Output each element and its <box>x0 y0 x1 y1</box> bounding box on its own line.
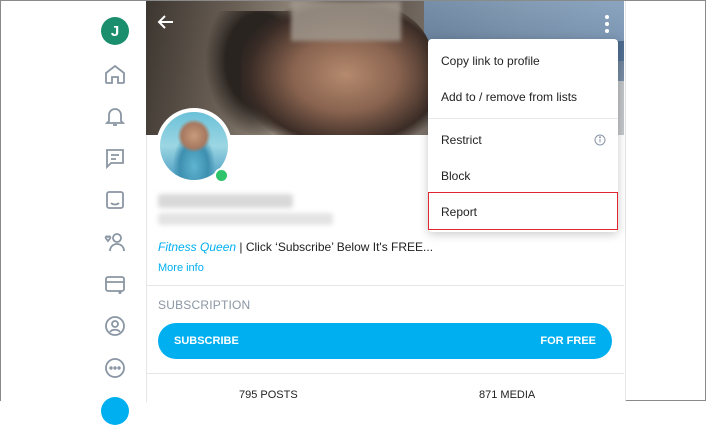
posts-tab[interactable]: 795 POSTS <box>239 389 298 401</box>
profile-bio: Fitness Queen | Click ‘Subscribe’ Below … <box>158 240 433 254</box>
new-post-button[interactable] <box>101 397 129 425</box>
more-options-icon[interactable] <box>601 13 613 35</box>
user-avatar[interactable]: J <box>101 17 129 45</box>
more-icon[interactable] <box>103 356 127 380</box>
messages-icon[interactable] <box>103 146 127 170</box>
back-arrow-icon[interactable] <box>155 11 177 33</box>
online-status-dot <box>214 168 229 183</box>
menu-divider <box>428 118 618 119</box>
menu-item-block[interactable]: Block <box>441 169 470 183</box>
bio-text: | Click ‘Subscribe’ Below It's FREE... <box>236 240 434 254</box>
divider <box>146 285 624 286</box>
divider <box>146 373 624 374</box>
info-icon[interactable] <box>594 133 606 146</box>
subscription-title: SUBSCRIPTION <box>158 298 251 312</box>
bio-highlight[interactable]: Fitness Queen <box>158 240 236 254</box>
menu-item-restrict[interactable]: Restrict <box>441 133 482 147</box>
profile-icon[interactable] <box>103 314 127 338</box>
subscribe-button[interactable]: SUBSCRIBE FOR FREE <box>158 323 612 359</box>
subscribe-price: FOR FREE <box>540 335 596 347</box>
menu-item-report[interactable]: Report <box>441 205 477 219</box>
card-icon[interactable] <box>103 272 127 296</box>
subscribe-label: SUBSCRIBE <box>174 335 239 347</box>
profile-name-blurred <box>158 194 293 208</box>
menu-item-copy-link[interactable]: Copy link to profile <box>441 54 540 68</box>
bell-icon[interactable] <box>103 104 127 128</box>
media-tab[interactable]: 871 MEDIA <box>479 389 535 401</box>
subscriptions-icon[interactable] <box>103 230 127 254</box>
home-icon[interactable] <box>103 62 127 86</box>
more-info-link[interactable]: More info <box>158 262 204 274</box>
profile-handle-blurred <box>158 213 333 225</box>
collections-icon[interactable] <box>103 188 127 212</box>
menu-item-lists[interactable]: Add to / remove from lists <box>441 90 577 104</box>
